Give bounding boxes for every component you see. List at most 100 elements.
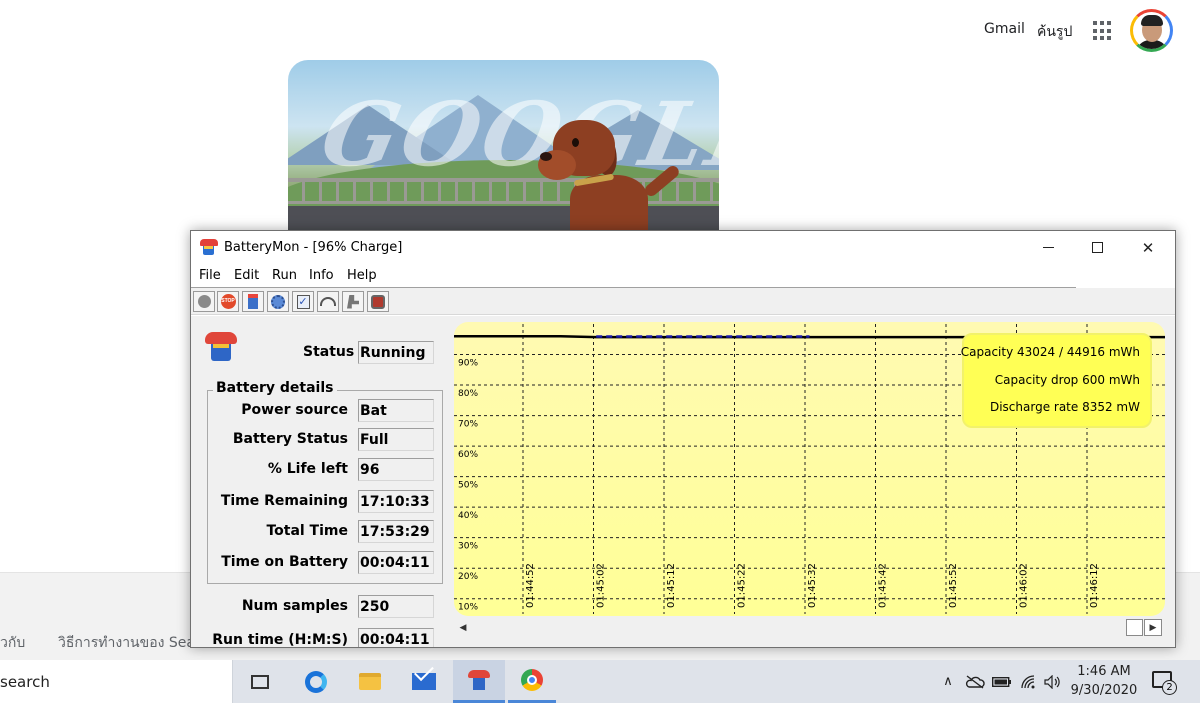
volume-tray-icon[interactable] xyxy=(1042,660,1064,703)
status-value: Running xyxy=(358,341,434,364)
x-tick-label-2: 01:45:12 xyxy=(666,563,677,608)
chart-horizontal-scrollbar[interactable]: ◀ ▶ xyxy=(454,617,1165,637)
discharge-rate-info: Discharge rate 8352 mW xyxy=(989,400,1140,414)
x-tick-label-5: 01:45:42 xyxy=(878,563,889,608)
task-view-button[interactable] xyxy=(236,660,284,703)
config-icon xyxy=(371,294,385,309)
life-left-label: % Life left xyxy=(267,461,348,477)
images-link[interactable]: ค้นรูป xyxy=(1037,21,1072,43)
x-tick-label-6: 01:45:52 xyxy=(948,563,959,608)
toolbar-stop-button[interactable]: STOP xyxy=(217,291,239,312)
chrome-icon xyxy=(521,669,543,691)
y-tick-label-6: 30% xyxy=(458,542,478,552)
num-samples-label: Num samples xyxy=(241,598,348,614)
battery-tray-icon[interactable] xyxy=(991,660,1013,703)
checklist-icon: ✓ xyxy=(296,294,310,309)
time-remaining-value: 17:10:33 xyxy=(358,490,434,513)
file-explorer-taskbar-button[interactable] xyxy=(346,660,394,703)
chrome-taskbar-button[interactable] xyxy=(508,660,556,703)
scroll-thumb[interactable] xyxy=(1126,619,1143,636)
maximize-button[interactable] xyxy=(1074,231,1120,264)
toolbar-gauge-button[interactable] xyxy=(317,291,339,312)
time-on-battery-value: 00:04:11 xyxy=(358,551,434,574)
toolbar-tools-button[interactable] xyxy=(342,291,364,312)
life-left-value: 96 xyxy=(358,458,434,481)
footer-link-about[interactable]: วกับ xyxy=(0,632,25,654)
minimize-icon xyxy=(1042,247,1054,248)
toolbar-gear-info-button[interactable] xyxy=(267,291,289,312)
dog-illustration xyxy=(538,120,682,235)
y-tick-label-5: 40% xyxy=(458,511,478,521)
time-on-battery-label: Time on Battery xyxy=(221,554,348,570)
taskbar-clock-time[interactable]: 1:46 AM xyxy=(1068,664,1140,679)
menu-run[interactable]: Run xyxy=(272,268,297,283)
batterymon-window: BatteryMon - [96% Charge] ✕ File Edit Ru… xyxy=(190,230,1176,648)
run-time-label: Run time (H:M:S) xyxy=(212,632,348,648)
account-avatar[interactable] xyxy=(1130,9,1173,52)
wifi-tray-icon[interactable] xyxy=(1018,660,1040,703)
num-samples-value: 250 xyxy=(358,595,434,618)
x-tick-label-1: 01:45:02 xyxy=(596,563,607,608)
gauge-icon xyxy=(320,297,336,306)
y-tick-label-3: 60% xyxy=(458,450,478,460)
tools-icon xyxy=(347,294,359,309)
x-tick-label-7: 01:46:02 xyxy=(1019,563,1030,608)
notification-count-badge: 2 xyxy=(1162,680,1177,695)
taskbar-search-box[interactable]: search xyxy=(0,660,233,703)
capacity-drop-info: Capacity drop 600 mWh xyxy=(994,373,1140,387)
menu-edit[interactable]: Edit xyxy=(234,268,259,283)
y-tick-label-0: 90% xyxy=(458,359,478,369)
scroll-right-button[interactable]: ▶ xyxy=(1144,619,1162,636)
maximize-icon xyxy=(1091,242,1103,253)
y-tick-label-1: 80% xyxy=(458,389,478,399)
time-remaining-label: Time Remaining xyxy=(220,493,348,509)
power-source-label: Power source xyxy=(241,402,348,418)
battery-chart: 90% 80% 70% 60% 50% 40% 30% 20% 10% 01:44:52 01:45… xyxy=(454,322,1165,616)
screen: Gmail ค้นรูป GOOGLE วกับ วิธีการทำงานของ… xyxy=(0,0,1200,703)
scroll-left-button[interactable]: ◀ xyxy=(454,619,472,636)
total-time-value: 17:53:29 xyxy=(358,520,434,543)
power-source-value: Bat xyxy=(358,399,434,422)
minimize-button[interactable] xyxy=(1025,231,1071,264)
x-tick-label-0: 01:44:52 xyxy=(525,563,536,608)
mail-icon xyxy=(412,673,436,690)
toolbar-checklist-button[interactable]: ✓ xyxy=(292,291,314,312)
windows-taskbar: search ∧ 1:46 AM 9/30/2020 2 xyxy=(0,660,1200,703)
title-bar[interactable]: BatteryMon - [96% Charge] ✕ xyxy=(191,231,1175,264)
batterymon-icon xyxy=(468,670,490,690)
x-tick-label-8: 01:46:12 xyxy=(1089,563,1100,608)
taskbar-clock-date[interactable]: 9/30/2020 xyxy=(1068,683,1140,698)
footer-link-how-search-works[interactable]: วิธีการทำงานของ Sea xyxy=(58,632,195,654)
gmail-link[interactable]: Gmail xyxy=(984,21,1025,37)
stop-icon: STOP xyxy=(220,294,236,309)
toolbar-circle-button[interactable] xyxy=(193,291,215,312)
battery-status-value: Full xyxy=(358,428,434,451)
batterymon-taskbar-button[interactable] xyxy=(453,660,505,703)
tray-overflow-chevron[interactable]: ∧ xyxy=(938,660,958,703)
menu-bar: File Edit Run Info Help xyxy=(191,265,1175,287)
menu-help[interactable]: Help xyxy=(347,268,377,283)
taskbar-search-text: search xyxy=(0,673,50,691)
y-tick-label-7: 20% xyxy=(458,572,478,582)
battery-icon xyxy=(248,294,258,309)
toolbar-config-button[interactable] xyxy=(367,291,389,312)
folder-icon xyxy=(359,673,381,690)
gear-info-icon xyxy=(271,294,285,309)
battery-logo-icon xyxy=(203,330,239,362)
toolbar: STOP ✓ xyxy=(191,288,1175,315)
run-time-value: 00:04:11 xyxy=(358,628,434,647)
google-doodle[interactable]: GOOGLE xyxy=(288,60,719,235)
battery-details-title: Battery details xyxy=(213,380,337,396)
x-tick-label-3: 01:45:22 xyxy=(737,563,748,608)
menu-info[interactable]: Info xyxy=(309,268,334,283)
menu-file[interactable]: File xyxy=(199,268,221,283)
toolbar-battery-button[interactable] xyxy=(242,291,264,312)
main-content: Status Running Battery details Power sou… xyxy=(191,316,1175,647)
apps-grid-icon[interactable] xyxy=(1093,21,1113,41)
google-header: Gmail ค้นรูป xyxy=(0,0,1200,60)
close-button[interactable]: ✕ xyxy=(1125,231,1171,264)
mail-taskbar-button[interactable] xyxy=(400,660,448,703)
batterymon-app-icon xyxy=(200,239,218,255)
edge-taskbar-button[interactable] xyxy=(292,660,340,703)
onedrive-offline-icon[interactable] xyxy=(964,660,986,703)
